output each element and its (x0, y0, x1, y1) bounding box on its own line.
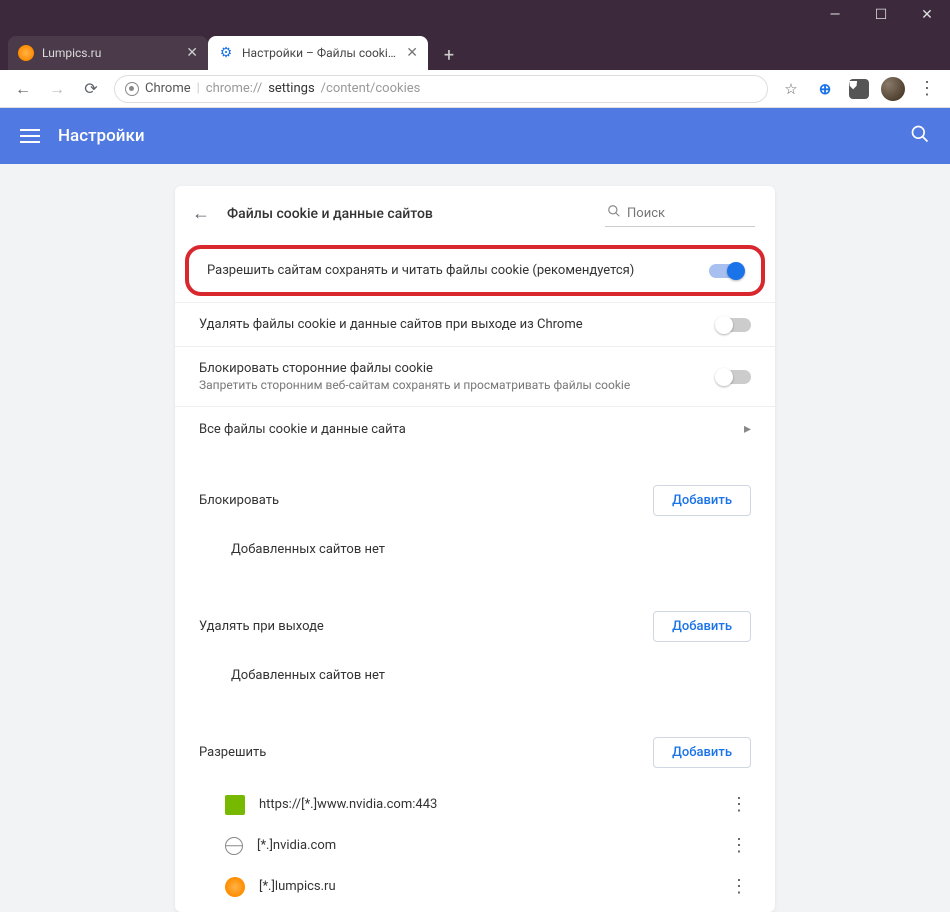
settings-header: Настройки (0, 108, 950, 164)
toggle-switch[interactable] (717, 370, 751, 384)
search-icon (607, 204, 621, 222)
extension-globe-icon[interactable]: ⊕ (810, 74, 840, 104)
allowed-site-row[interactable]: [*.]lumpics.ru ⋮ (175, 866, 775, 907)
page-search[interactable] (605, 200, 755, 227)
section-title: Блокировать (199, 493, 653, 508)
toggle-switch[interactable] (717, 318, 751, 332)
empty-message: Добавленных сайтов нет (175, 532, 775, 577)
page-title: Файлы cookie и данные сайтов (227, 206, 591, 222)
site-url: [*.]lumpics.ru (259, 879, 713, 894)
add-button[interactable]: Добавить (653, 485, 751, 516)
tab-lumpics[interactable]: Lumpics.ru ✕ (8, 36, 208, 70)
forward-button[interactable]: → (42, 74, 72, 104)
setting-label: Разрешить сайтам сохранять и читать файл… (207, 263, 709, 278)
url-scheme: chrome:// (206, 81, 262, 96)
allow-cookies-row[interactable]: Разрешить сайтам сохранять и читать файл… (185, 245, 765, 296)
url-bar: ← → ⟳ Chrome | chrome:// settings/content… (0, 70, 950, 108)
add-button[interactable]: Добавить (653, 737, 751, 768)
close-tab-icon[interactable]: ✕ (186, 45, 198, 61)
kebab-menu-icon[interactable]: ⋮ (727, 794, 751, 815)
all-site-data-row[interactable]: Все файлы cookie и данные сайта ▸ (175, 406, 775, 451)
window-titlebar: — ☐ ✕ (0, 0, 950, 34)
search-input[interactable] (627, 206, 753, 221)
allow-section-header: Разрешить Добавить (175, 729, 775, 784)
block-third-party-row[interactable]: Блокировать сторонние файлы cookie Запре… (175, 346, 775, 406)
url-path: /content/cookies (321, 81, 421, 96)
section-title: Удалять при выходе (199, 619, 653, 634)
setting-label: Блокировать сторонние файлы cookie (199, 361, 717, 376)
search-icon[interactable] (910, 124, 930, 149)
empty-message: Добавленных сайтов нет (175, 658, 775, 703)
content-area: ← Файлы cookie и данные сайтов Разрешить… (0, 164, 950, 912)
allowed-site-row[interactable]: https://[*.]www.nvidia.com:443 ⋮ (175, 784, 775, 825)
clear-on-exit-row[interactable]: Удалять файлы cookie и данные сайтов при… (175, 302, 775, 346)
toggle-switch[interactable] (709, 264, 743, 278)
globe-icon (225, 837, 243, 855)
settings-title: Настройки (58, 126, 892, 146)
tab-label: Lumpics.ru (42, 46, 178, 60)
close-button[interactable]: ✕ (904, 0, 950, 30)
settings-card: ← Файлы cookie и данные сайтов Разрешить… (175, 186, 775, 912)
omnibox-chip: Chrome (145, 81, 191, 96)
card-header: ← Файлы cookie и данные сайтов (175, 186, 775, 235)
back-arrow-icon[interactable]: ← (189, 203, 213, 224)
omnibox[interactable]: Chrome | chrome:// settings/content/cooki… (114, 75, 768, 103)
reload-button[interactable]: ⟳ (76, 74, 106, 104)
tab-label: Настройки – Файлы cookie и да (242, 46, 398, 60)
site-favicon-icon (225, 795, 245, 815)
profile-avatar[interactable] (878, 74, 908, 104)
site-favicon-icon (225, 877, 245, 897)
chrome-menu-button[interactable]: ⋮ (912, 74, 942, 104)
extension-shield-icon[interactable]: ⛊ (844, 74, 874, 104)
site-url: https://[*.]www.nvidia.com:443 (259, 797, 713, 812)
menu-icon[interactable] (20, 129, 40, 143)
kebab-menu-icon[interactable]: ⋮ (727, 835, 751, 856)
gear-icon: ⚙ (218, 45, 234, 61)
chrome-icon (125, 82, 139, 96)
tab-settings[interactable]: ⚙ Настройки – Файлы cookie и да ✕ (208, 36, 428, 70)
highlighted-setting: Разрешить сайтам сохранять и читать файл… (175, 235, 775, 302)
section-title: Разрешить (199, 745, 653, 760)
new-tab-button[interactable]: + (434, 40, 464, 70)
star-icon[interactable]: ☆ (776, 74, 806, 104)
site-url: [*.]nvidia.com (257, 838, 713, 853)
kebab-menu-icon[interactable]: ⋮ (727, 876, 751, 897)
tab-strip: Lumpics.ru ✕ ⚙ Настройки – Файлы cookie … (0, 34, 950, 70)
separator: | (197, 81, 200, 96)
setting-sublabel: Запретить сторонним веб-сайтам сохранять… (199, 378, 717, 392)
close-tab-icon[interactable]: ✕ (406, 45, 418, 61)
block-section-header: Блокировать Добавить (175, 477, 775, 532)
setting-label: Все файлы cookie и данные сайта (199, 422, 744, 437)
chevron-right-icon: ▸ (744, 421, 751, 437)
setting-label: Удалять файлы cookie и данные сайтов при… (199, 317, 717, 332)
back-button[interactable]: ← (8, 74, 38, 104)
allowed-site-row[interactable]: [*.]nvidia.com ⋮ (175, 825, 775, 866)
add-button[interactable]: Добавить (653, 611, 751, 642)
minimize-button[interactable]: — (812, 0, 858, 30)
clear-on-exit-section-header: Удалять при выходе Добавить (175, 603, 775, 658)
favicon-icon (18, 45, 34, 61)
url-host: settings (268, 81, 314, 96)
maximize-button[interactable]: ☐ (858, 0, 904, 30)
